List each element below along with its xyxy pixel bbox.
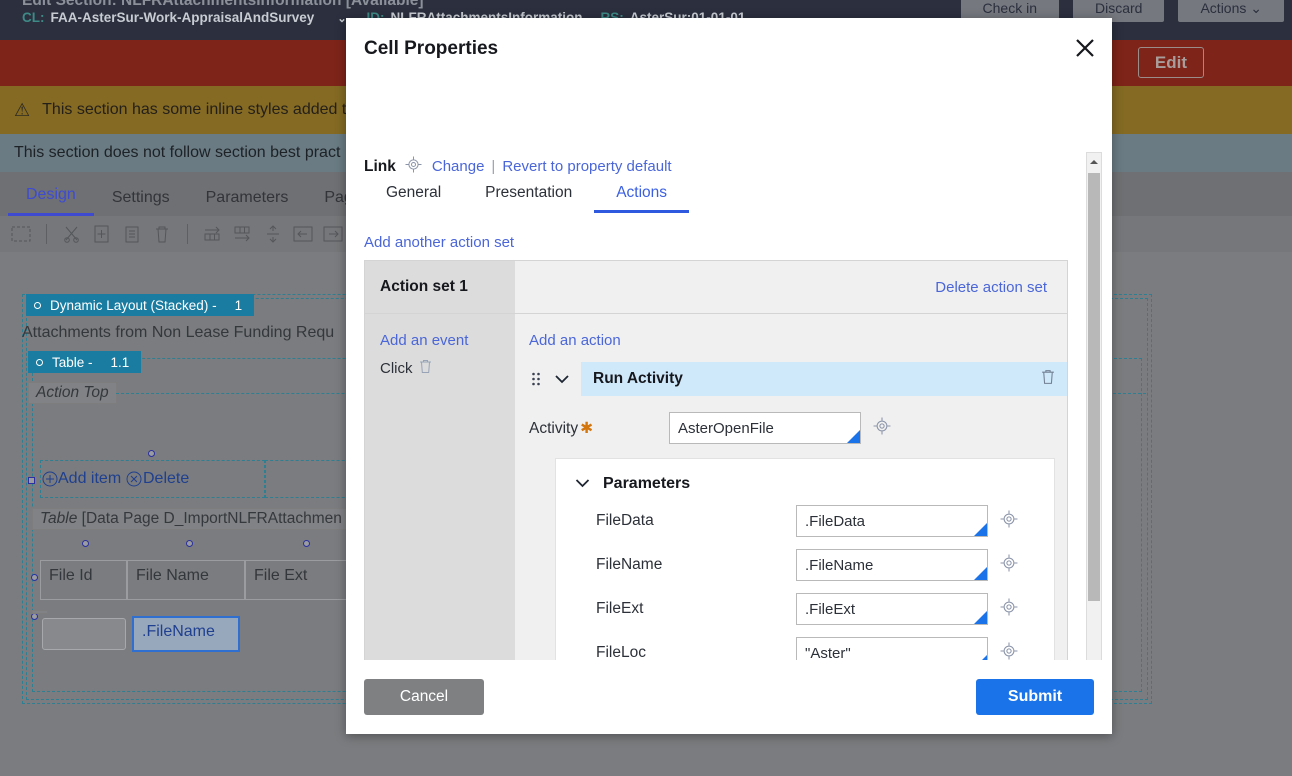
activity-label: Activity ✱	[529, 419, 669, 438]
parameter-input-fileext[interactable]	[796, 593, 988, 625]
parameter-row: FileData	[574, 505, 1036, 537]
parameter-name-filedata: FileData	[596, 512, 654, 529]
activity-field-wrap	[669, 412, 861, 444]
link-label: Link	[364, 157, 396, 175]
trash-icon[interactable]	[419, 359, 432, 378]
parameter-picker-target-icon-fileloc[interactable]	[1000, 642, 1018, 661]
action-set-name: Action set 1	[365, 261, 515, 313]
events-column: Add an event Click	[365, 314, 515, 660]
parameters-header[interactable]: Parameters	[574, 475, 1036, 493]
parameter-name-fileext: FileExt	[596, 600, 644, 617]
tab-presentation[interactable]: Presentation	[463, 184, 594, 213]
change-link[interactable]: Change	[432, 158, 485, 175]
event-label: Click	[380, 360, 413, 377]
dialog-body: Link Change | Revert to property default…	[346, 82, 1112, 660]
chevron-up-icon[interactable]	[1087, 153, 1101, 169]
add-another-action-set-link[interactable]: Add another action set	[364, 234, 514, 251]
parameters-collapse-chevron-down-icon[interactable]	[574, 475, 591, 493]
add-an-action-link[interactable]: Add an action	[529, 332, 621, 349]
link-property-row: Link Change | Revert to property default	[364, 156, 672, 177]
dialog-tabs: General Presentation Actions	[364, 184, 690, 213]
parameter-input-filedata[interactable]	[796, 505, 988, 537]
activity-picker-target-icon[interactable]	[873, 417, 891, 440]
parameter-row: FileName	[574, 549, 1036, 581]
scrollbar-thumb[interactable]	[1088, 173, 1100, 601]
tab-general[interactable]: General	[364, 184, 463, 213]
parameter-row: FileExt	[574, 593, 1036, 625]
chevron-down-icon[interactable]	[553, 374, 571, 384]
delete-action-set-link[interactable]: Delete action set	[935, 279, 1047, 296]
parameter-name-fileloc: FileLoc	[596, 644, 646, 660]
cancel-button[interactable]: Cancel	[364, 679, 484, 715]
parameters-box: Parameters FileData .FileData FileName .…	[555, 458, 1055, 660]
action-name-bar[interactable]: Run Activity	[581, 362, 1067, 396]
parameter-field-wrap-fileext	[796, 593, 988, 625]
parameter-row: FileLoc	[574, 637, 1036, 660]
link-separator: |	[491, 158, 496, 175]
drag-handle-icon[interactable]	[529, 371, 543, 387]
parameter-name-filename: FileName	[596, 556, 663, 573]
event-row-click: Click	[380, 359, 515, 378]
activity-label-text: Activity	[529, 419, 579, 437]
action-name: Run Activity	[593, 370, 683, 387]
target-icon[interactable]	[405, 156, 422, 177]
parameter-picker-target-icon-fileext[interactable]	[1000, 598, 1018, 621]
parameter-field-wrap-filedata	[796, 505, 988, 537]
parameter-field-wrap-fileloc	[796, 637, 988, 660]
activity-row: Activity ✱	[529, 412, 1067, 444]
parameter-input-fileloc[interactable]	[796, 637, 988, 660]
action-set-panel: Action set 1 Delete action set Add an ev…	[364, 260, 1068, 660]
action-set-header: Action set 1 Delete action set	[365, 261, 1067, 313]
parameters-title: Parameters	[603, 475, 691, 492]
revert-to-property-default-link[interactable]: Revert to property default	[502, 158, 671, 175]
trash-icon-action[interactable]	[1041, 369, 1055, 390]
actions-column: Add an action Run Activity Activity ✱ As…	[515, 314, 1067, 660]
cell-properties-dialog: Cell Properties Link Change | Revert to …	[346, 18, 1112, 734]
action-set-body: Add an event Click Add an action Run Act…	[365, 313, 1067, 660]
add-an-event-link[interactable]: Add an event	[380, 332, 515, 349]
submit-button[interactable]: Submit	[976, 679, 1094, 715]
parameter-field-wrap-filename	[796, 549, 988, 581]
action-row: Run Activity	[529, 362, 1067, 396]
dialog-title: Cell Properties	[364, 38, 499, 59]
tab-actions[interactable]: Actions	[594, 184, 690, 213]
close-icon[interactable]	[1066, 32, 1100, 66]
dialog-header: Cell Properties	[346, 18, 1112, 82]
activity-input[interactable]	[669, 412, 861, 444]
parameter-picker-target-icon-filename[interactable]	[1000, 554, 1018, 577]
modal-overlay: Cell Properties Link Change | Revert to …	[0, 0, 1292, 776]
parameter-input-filename[interactable]	[796, 549, 988, 581]
required-marker: ✱	[580, 419, 594, 437]
dialog-scrollbar[interactable]	[1086, 152, 1102, 660]
parameter-picker-target-icon-filedata[interactable]	[1000, 510, 1018, 533]
dialog-footer: Cancel Submit	[346, 660, 1112, 734]
